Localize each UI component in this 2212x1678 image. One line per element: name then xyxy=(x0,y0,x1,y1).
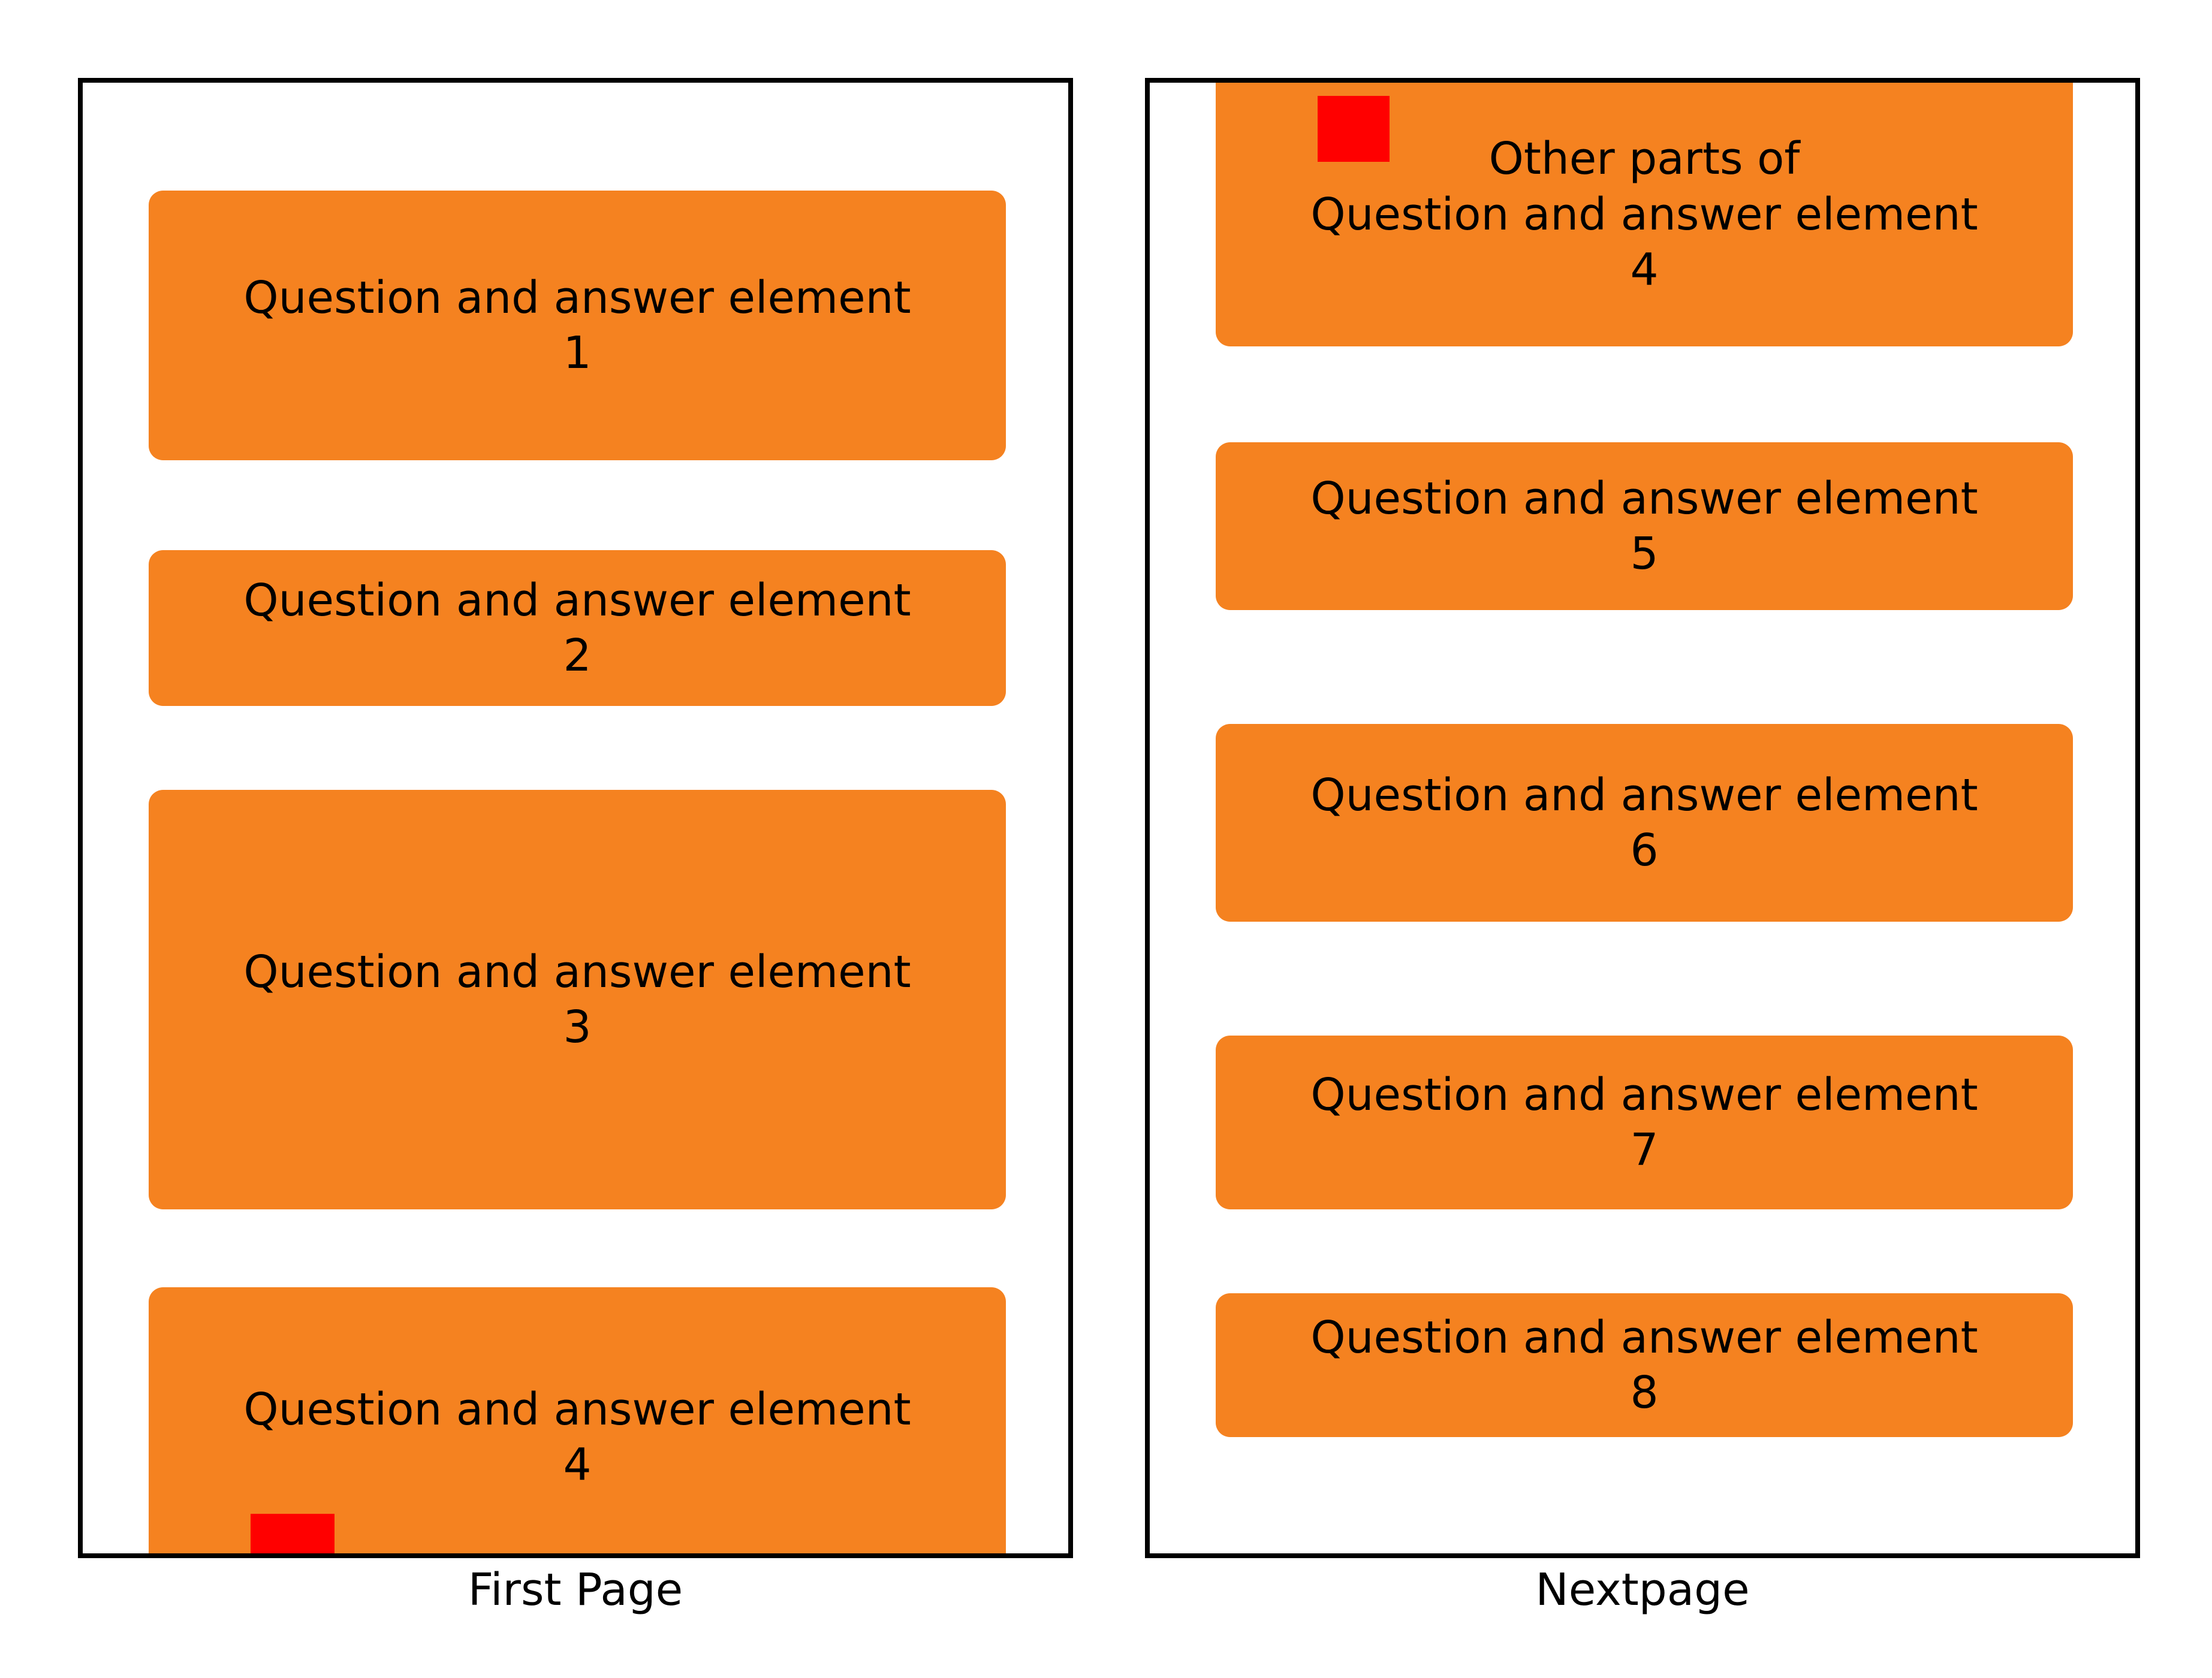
qa-element-6-text-line2: 6 xyxy=(1630,823,1658,879)
first-page-label: First Page xyxy=(468,1564,683,1616)
qa-element-4-text-line1: Question and answer element xyxy=(243,1382,911,1438)
first-page-frame: Question and answer element 1 Question a… xyxy=(78,78,1073,1558)
qa-element-1-text-line2: 1 xyxy=(563,325,591,381)
next-page-frame: Other parts of Question and answer eleme… xyxy=(1145,78,2140,1558)
split-marker-bottom xyxy=(251,1514,334,1558)
first-page-wrap: Question and answer element 1 Question a… xyxy=(78,78,1073,1616)
diagram-root: Question and answer element 1 Question a… xyxy=(0,0,2212,1616)
qa-element-1-text-line1: Question and answer element xyxy=(243,270,911,326)
qa-element-4-cont-line2: Question and answer element xyxy=(1310,187,1978,243)
qa-element-7-text-line1: Question and answer element xyxy=(1310,1067,1978,1123)
qa-element-2-text-line1: Question and answer element xyxy=(243,573,911,629)
qa-element-4-text-line2: 4 xyxy=(563,1437,591,1493)
qa-element-7-text-line2: 7 xyxy=(1630,1122,1658,1178)
qa-element-8-text-line2: 8 xyxy=(1630,1365,1658,1421)
qa-element-2-text-line2: 2 xyxy=(563,628,591,684)
qa-element-8: Question and answer element 8 xyxy=(1216,1293,2073,1437)
qa-element-3-text-line2: 3 xyxy=(563,1000,591,1055)
qa-element-3-text-line1: Question and answer element xyxy=(243,944,911,1000)
qa-element-4-continued-fragment: Other parts of Question and answer eleme… xyxy=(1216,83,2073,346)
split-marker-top xyxy=(1318,96,1390,162)
next-page-wrap: Other parts of Question and answer eleme… xyxy=(1145,78,2140,1616)
qa-element-4-cont-line3: 4 xyxy=(1630,242,1658,298)
qa-element-4-top-fragment: Question and answer element 4 xyxy=(149,1287,1006,1558)
qa-element-7: Question and answer element 7 xyxy=(1216,1036,2073,1209)
next-page-label: Nextpage xyxy=(1535,1564,1749,1616)
qa-element-4-cont-line1: Other parts of xyxy=(1489,131,1800,187)
qa-element-5: Question and answer element 5 xyxy=(1216,442,2073,610)
qa-element-8-text-line1: Question and answer element xyxy=(1310,1310,1978,1366)
qa-element-3: Question and answer element 3 xyxy=(149,790,1006,1209)
qa-element-5-text-line1: Question and answer element xyxy=(1310,471,1978,527)
qa-element-5-text-line2: 5 xyxy=(1630,526,1658,582)
qa-element-6: Question and answer element 6 xyxy=(1216,724,2073,922)
qa-element-6-text-line1: Question and answer element xyxy=(1310,768,1978,823)
qa-element-1: Question and answer element 1 xyxy=(149,191,1006,460)
qa-element-2: Question and answer element 2 xyxy=(149,550,1006,706)
